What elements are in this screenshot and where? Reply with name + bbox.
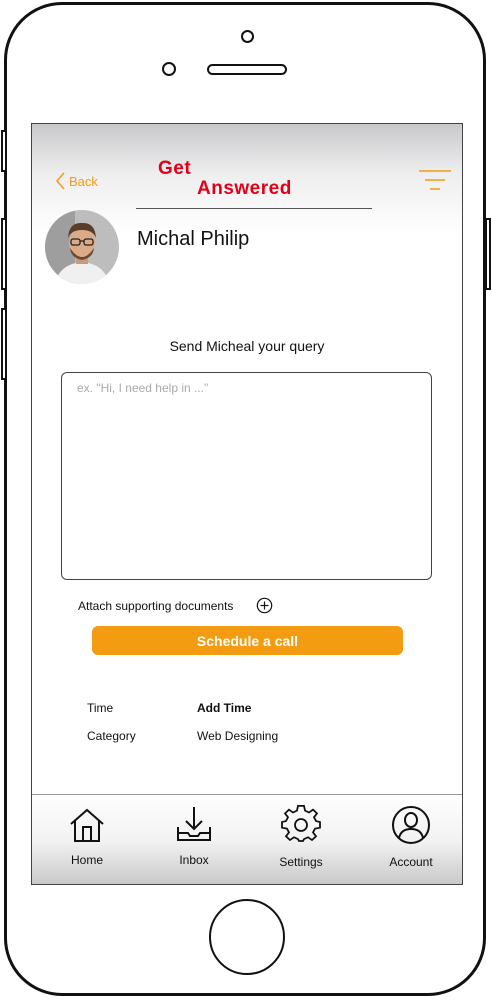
home-icon: [70, 808, 104, 842]
filter-menu-icon[interactable]: [417, 167, 453, 195]
category-label: Category: [87, 729, 136, 743]
plus-circle-icon[interactable]: [256, 597, 273, 614]
tab-home-label: Home: [70, 853, 103, 867]
phone-volume-up-button: [1, 218, 7, 290]
back-label: Back: [69, 173, 98, 189]
category-value[interactable]: Web Designing: [197, 729, 278, 743]
tab-inbox[interactable]: Inbox: [154, 795, 234, 884]
phone-home-button[interactable]: [209, 899, 285, 975]
avatar-photo: [45, 210, 119, 284]
tab-account[interactable]: Account: [371, 795, 451, 884]
profile-name: Michal Philip: [137, 228, 250, 250]
attach-label: Attach supporting documents: [78, 599, 234, 613]
app-screen: Back Get Answered Michal Philip Send Mic…: [31, 123, 463, 885]
tab-settings[interactable]: Settings: [261, 795, 341, 884]
bottom-tab-bar: Home Inbox Settings Account: [32, 794, 462, 884]
phone-sensor: [162, 62, 176, 76]
inbox-icon: [177, 807, 211, 841]
tab-account-label: Account: [389, 855, 433, 869]
query-prompt: Send Micheal your query: [169, 338, 325, 354]
page-title-line2: Answered: [197, 178, 292, 199]
chevron-left-icon: [56, 172, 65, 190]
title-divider: [136, 208, 372, 209]
page-title-line1: Get: [158, 158, 192, 179]
phone-side-button: [1, 130, 7, 172]
add-time-link[interactable]: Add Time: [197, 701, 251, 715]
account-icon: [392, 806, 430, 844]
avatar: [45, 210, 119, 284]
phone-volume-down-button: [1, 308, 7, 380]
phone-camera: [241, 30, 254, 43]
schedule-call-button[interactable]: Schedule a call: [92, 626, 403, 655]
gear-icon: [281, 805, 321, 842]
back-button[interactable]: Back: [56, 172, 98, 190]
query-input[interactable]: [61, 372, 432, 580]
tab-settings-label: Settings: [279, 855, 323, 869]
phone-power-button: [485, 218, 491, 290]
tab-home[interactable]: Home: [47, 795, 127, 884]
phone-speaker: [207, 64, 287, 75]
time-label: Time: [87, 701, 114, 715]
tab-inbox-label: Inbox: [179, 853, 209, 867]
